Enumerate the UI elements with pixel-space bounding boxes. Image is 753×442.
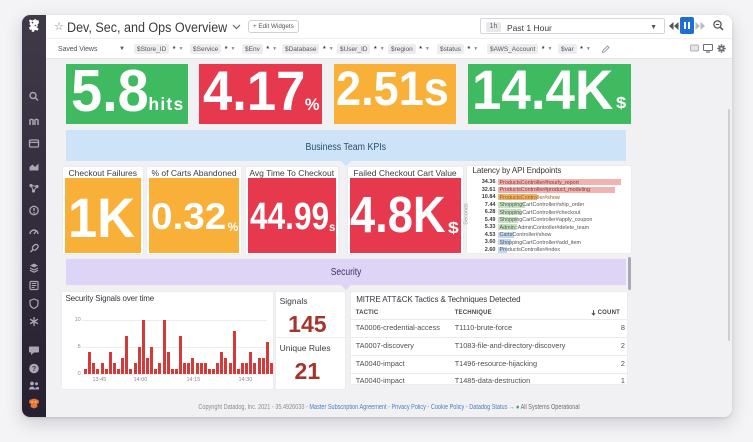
svg-text:?: ? <box>32 366 36 373</box>
